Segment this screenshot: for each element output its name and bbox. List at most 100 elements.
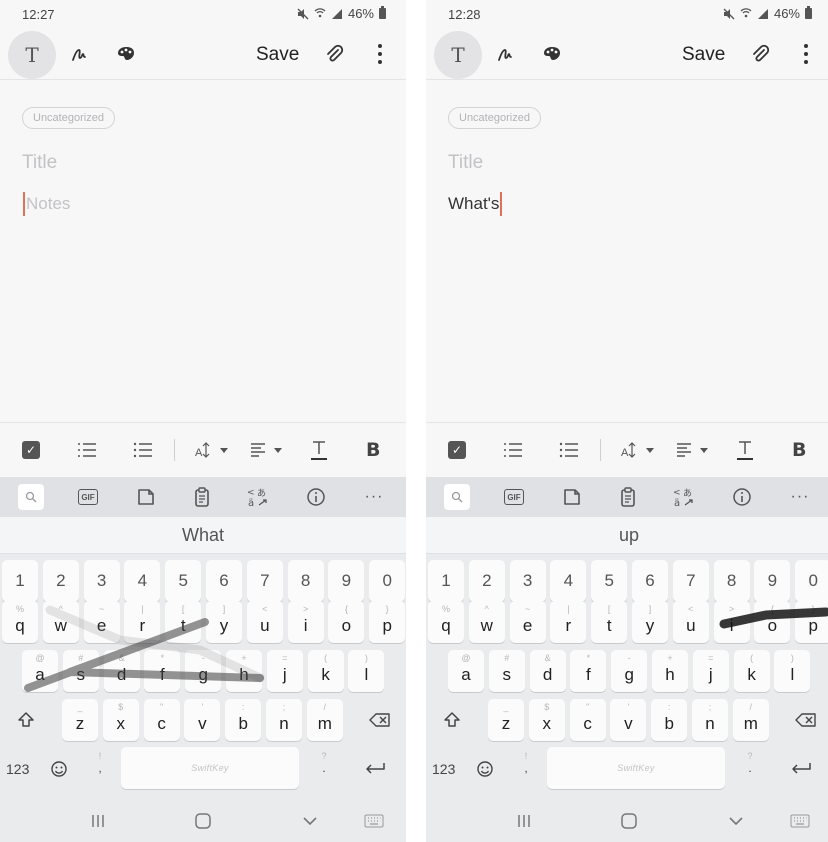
numbered-list-button[interactable] [76, 438, 98, 462]
notes-field[interactable]: What's [448, 192, 503, 216]
home-icon[interactable] [619, 811, 639, 831]
key-q[interactable]: % q [428, 601, 464, 643]
key-8[interactable]: 8 [713, 560, 750, 602]
key-3[interactable]: 3 [509, 560, 546, 602]
key-r[interactable]: | r [124, 601, 161, 643]
enter-icon[interactable] [364, 761, 386, 777]
key-y[interactable]: ] y [206, 601, 242, 643]
font-size-button[interactable]: A [194, 438, 232, 462]
translate-button[interactable]: < あ ä [672, 485, 696, 509]
key-m[interactable]: / m [306, 699, 343, 741]
key-h[interactable]: + h [652, 650, 688, 692]
key-y[interactable]: ] y [632, 601, 668, 643]
key-4[interactable]: 4 [550, 560, 587, 602]
key-b[interactable]: :b [651, 699, 688, 741]
keyboard-switch-icon[interactable] [364, 811, 384, 831]
emoji-icon[interactable] [476, 760, 494, 778]
key-2[interactable]: 2 [42, 560, 79, 602]
key-k[interactable]: (k [733, 650, 770, 692]
key-s[interactable]: # s [488, 650, 525, 692]
checkbox-button[interactable]: ✓ [448, 438, 466, 462]
font-size-button[interactable]: A [620, 438, 658, 462]
text-mode-button[interactable]: T [8, 31, 56, 79]
text-mode-button[interactable]: T [434, 31, 482, 79]
key-2[interactable]: 2 [468, 560, 505, 602]
bold-button[interactable]: B [366, 438, 380, 462]
handwriting-button[interactable] [494, 42, 518, 66]
back-icon[interactable] [300, 811, 320, 831]
text-color-button[interactable] [736, 438, 754, 462]
key-x[interactable]: $ x [528, 699, 565, 741]
key-l[interactable]: ) l [774, 650, 811, 692]
space-key[interactable]: SwiftKey [547, 747, 725, 789]
back-icon[interactable] [726, 811, 746, 831]
key-c[interactable]: " c [569, 699, 606, 741]
backspace-key[interactable] [788, 699, 824, 741]
period-key[interactable]: ?. [744, 751, 756, 775]
key-g[interactable]: -g [611, 650, 648, 692]
key-p[interactable]: } p [795, 601, 828, 643]
bullet-list-button[interactable] [558, 438, 580, 462]
key-o[interactable]: {o [328, 601, 365, 643]
keyboard-switch-icon[interactable] [790, 811, 810, 831]
suggestion-bar[interactable]: up [426, 517, 828, 554]
key-6[interactable]: 6 [632, 560, 668, 602]
title-field[interactable]: Title [22, 152, 57, 174]
key-d[interactable]: & d [529, 650, 566, 692]
key-w[interactable]: ^ w [468, 601, 505, 643]
attach-button[interactable] [322, 42, 346, 66]
key-b[interactable]: :b [225, 699, 262, 741]
key-t[interactable]: [t [165, 601, 202, 643]
info-button[interactable] [730, 485, 754, 509]
key-n[interactable]: ; n [266, 699, 302, 741]
bold-button[interactable]: B [792, 438, 806, 462]
key-w[interactable]: ^ w [42, 601, 79, 643]
key-i[interactable]: > i [713, 601, 750, 643]
more-dots-icon[interactable]: ··· [362, 485, 386, 509]
key-a[interactable]: @ a [22, 650, 58, 692]
bullet-list-button[interactable] [132, 438, 154, 462]
enter-icon[interactable] [790, 761, 812, 777]
key-m[interactable]: / m [732, 699, 769, 741]
key-5[interactable]: 5 [165, 560, 202, 602]
translate-button[interactable]: < あ ä [246, 485, 270, 509]
backspace-key[interactable] [362, 699, 398, 741]
numbers-mode-key[interactable]: 123 [432, 761, 455, 777]
recents-icon[interactable] [514, 811, 534, 831]
key-0[interactable]: 0 [795, 560, 828, 602]
key-e[interactable]: ~ e [83, 601, 120, 643]
key-4[interactable]: 4 [124, 560, 161, 602]
key-q[interactable]: % q [2, 601, 38, 643]
period-key[interactable]: ?. [318, 751, 330, 775]
key-1[interactable]: 1 [428, 560, 464, 602]
key-6[interactable]: 6 [206, 560, 242, 602]
shift-key[interactable] [434, 699, 470, 741]
save-button[interactable]: Save [682, 44, 725, 66]
comma-key[interactable]: !, [520, 751, 532, 775]
key-f[interactable]: * f [144, 650, 181, 692]
key-o[interactable]: {o [754, 601, 791, 643]
handwriting-button[interactable] [68, 42, 92, 66]
checkbox-button[interactable]: ✓ [22, 438, 40, 462]
key-c[interactable]: " c [143, 699, 180, 741]
key-n[interactable]: ; n [692, 699, 728, 741]
attach-button[interactable] [748, 42, 772, 66]
search-icon[interactable] [18, 484, 44, 510]
more-icon[interactable] [804, 44, 808, 64]
palette-button[interactable] [114, 42, 138, 66]
shift-key[interactable] [8, 699, 44, 741]
key-k[interactable]: (k [307, 650, 344, 692]
space-key[interactable]: SwiftKey [121, 747, 299, 789]
key-j[interactable]: = j [266, 650, 303, 692]
key-u[interactable]: < u [672, 601, 709, 643]
title-field[interactable]: Title [448, 152, 483, 174]
emoji-icon[interactable] [50, 760, 68, 778]
key-f[interactable]: * f [570, 650, 607, 692]
key-7[interactable]: 7 [246, 560, 283, 602]
key-j[interactable]: = j [692, 650, 729, 692]
key-g[interactable]: -g [185, 650, 222, 692]
notes-field[interactable]: Notes [22, 192, 70, 216]
align-button[interactable] [676, 438, 712, 462]
align-button[interactable] [250, 438, 286, 462]
key-9[interactable]: 9 [328, 560, 365, 602]
